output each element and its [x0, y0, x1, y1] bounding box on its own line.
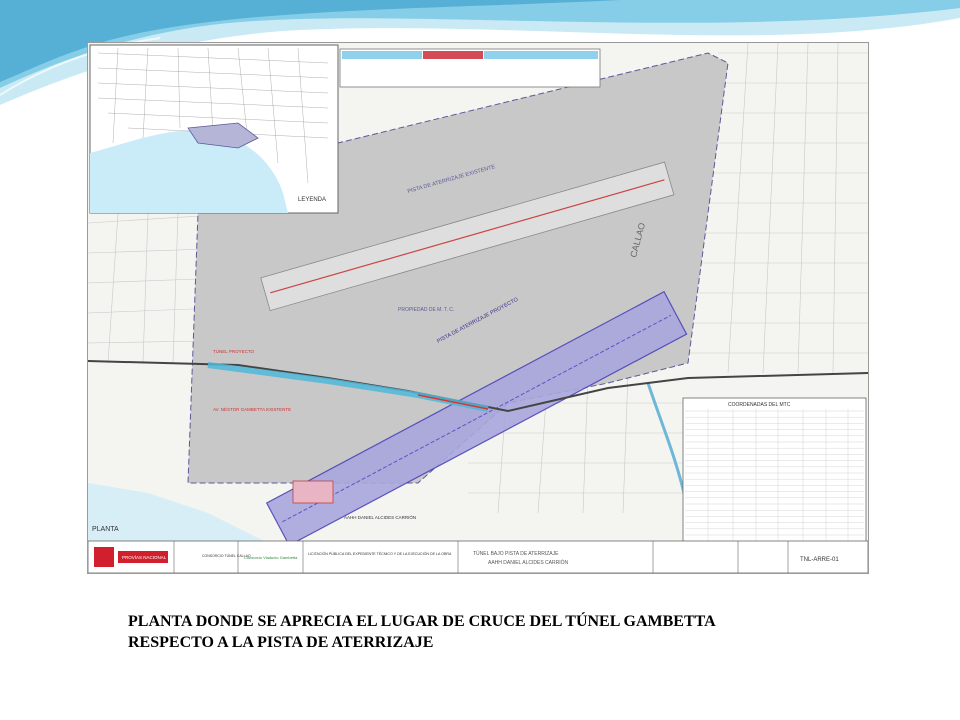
- caption-line-2: RESPECTO A LA PISTA DE ATERRIZAJE: [128, 634, 434, 651]
- slide-caption: PLANTA DONDE SE APRECIA EL LUGAR DE CRUC…: [128, 611, 888, 653]
- tb-client: PROVÍAS NACIONAL: [122, 554, 167, 560]
- caption-line-1: PLANTA DONDE SE APRECIA EL LUGAR DE CRUC…: [128, 613, 716, 630]
- plan-svg: LEYENDA COORDENADAS DEL MTC CALLAO PISTA…: [88, 43, 868, 573]
- tb-sheet-code: TNL-ARRE-01: [800, 557, 839, 563]
- title-block: PROVÍAS NACIONAL CONSORCIO TÚNEL CALLAO …: [88, 540, 868, 573]
- tb-sheet-subtitle: AAHH DANIEL ALCIDES CARRIÓN: [488, 559, 569, 566]
- label-planta: PLANTA: [92, 526, 119, 533]
- slide: LEYENDA COORDENADAS DEL MTC CALLAO PISTA…: [0, 0, 960, 720]
- legend-strip: [339, 48, 601, 88]
- label-aahh: AAHH DANIEL ALCIDES CARRIÓN: [344, 514, 416, 520]
- label-tunnel: TÚNEL PROYECTO: [213, 348, 255, 354]
- tb-work: LICITACIÓN PÚBLICA DEL EXPEDIENTE TÉCNIC…: [308, 551, 452, 556]
- plan-drawing: LEYENDA COORDENADAS DEL MTC CALLAO PISTA…: [87, 42, 869, 574]
- coords-title: COORDENADAS DEL MTC: [728, 402, 791, 408]
- tb-supervisor: Consorcio Viaducto Gambetta: [244, 555, 298, 560]
- tb-sheet-title: TÚNEL BAJO PISTA DE ATERRIZAJE: [473, 550, 559, 557]
- inset-legend: LEYENDA: [298, 197, 326, 203]
- aahh-lot: [292, 480, 334, 504]
- label-gambetta: AV. NÉSTOR GAMBETTA EXISTENTE: [213, 406, 291, 412]
- inset-map: LEYENDA: [89, 44, 339, 214]
- label-property: PROPIEDAD DE M. T. C.: [398, 307, 454, 313]
